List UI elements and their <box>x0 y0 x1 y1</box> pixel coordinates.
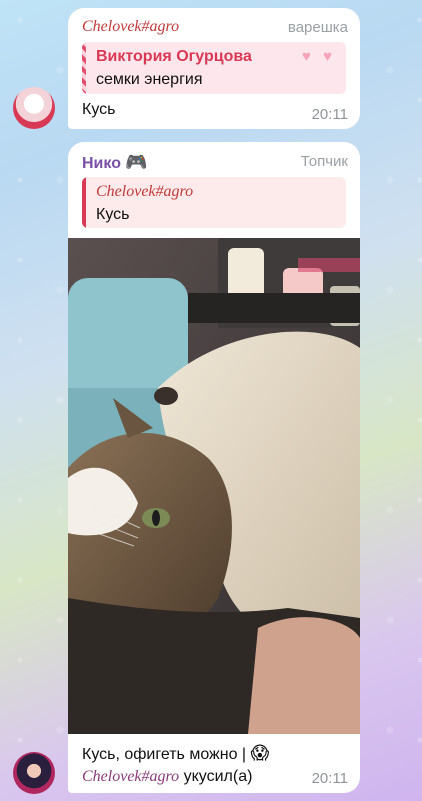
message-time: 20:11 <box>311 106 348 123</box>
cat-dog-photo <box>68 238 360 734</box>
reply-quote[interactable]: Виктория Огурцова семки энергия ♥ ♥ <box>82 42 346 94</box>
reply-author: Виктория Огурцова <box>96 48 252 65</box>
message-text: Кусь <box>82 101 116 118</box>
scream-emoji-icon: 😱 <box>250 743 270 763</box>
caption-action: укусил(а) <box>179 768 253 785</box>
avatar[interactable] <box>13 752 55 794</box>
media-caption: Кусь, офигеть можно | 😱 Chelovek#agro ук… <box>82 742 269 788</box>
caption-text: Кусь, офигеть можно | <box>82 746 251 763</box>
reply-text: семки энергия <box>96 71 203 88</box>
avatar[interactable] <box>13 87 55 129</box>
sender-name[interactable]: Нико 🎮 <box>82 152 148 173</box>
message-time: 20:11 <box>311 770 348 787</box>
heart-icon: ♥ ♥ <box>302 48 336 65</box>
gamepad-icon: 🎮 <box>125 152 148 172</box>
reply-author: Chelovek#agro <box>96 183 194 200</box>
caption-mention[interactable]: Chelovek#agro <box>82 768 179 785</box>
member-rank: Топчик <box>300 153 348 170</box>
member-rank: варешка <box>287 19 348 36</box>
video-attachment[interactable] <box>68 238 360 734</box>
message-bubble[interactable]: Chelovek#agro варешка Виктория Огурцова … <box>68 8 360 129</box>
reply-text: Кусь <box>96 206 130 223</box>
message-bubble[interactable]: Нико 🎮 Топчик Chelovek#agro Кусь Кусь, о… <box>68 142 360 793</box>
reply-quote[interactable]: Chelovek#agro Кусь <box>82 177 346 228</box>
sender-name[interactable]: Chelovek#agro <box>82 18 179 36</box>
sender-name-text: Нико <box>82 155 121 172</box>
